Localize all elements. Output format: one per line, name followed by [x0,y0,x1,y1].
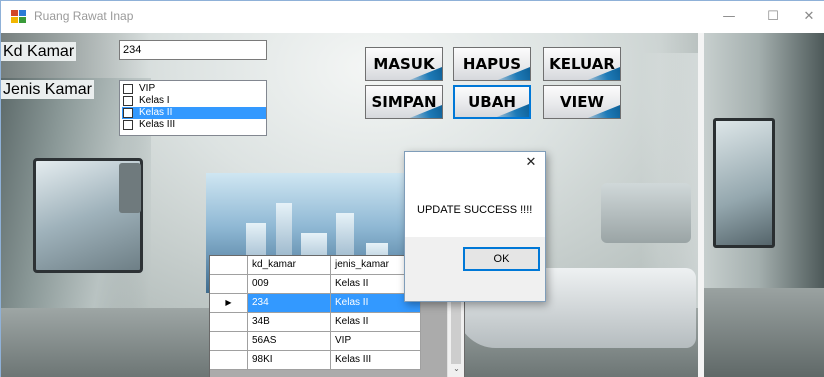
background-floor-right [704,288,824,377]
row-header[interactable] [210,313,248,332]
checklist-item-label: Kelas I [139,95,170,106]
title-bar[interactable]: Ruang Rawat Inap — ☐ ✕ [1,1,824,33]
keluar-button[interactable]: KELUAR [543,47,621,81]
table-row[interactable]: 98KI Kelas III [210,351,421,370]
masuk-button-label: MASUK [373,55,435,73]
app-window: Ruang Rawat Inap — ☐ ✕ Kd Kamar Jenis Ka… [0,0,824,377]
cell-jenis-kamar[interactable]: Kelas III [331,351,421,370]
cell-kd-kamar[interactable]: 009 [248,275,331,294]
checkbox[interactable] [123,96,133,106]
cell-jenis-kamar[interactable]: Kelas II [331,313,421,332]
simpan-button[interactable]: SIMPAN [365,85,443,119]
ubah-button[interactable]: UBAH [453,85,531,119]
checkbox[interactable] [123,120,133,130]
jenis-kamar-checklist[interactable]: VIP Kelas I Kelas II Kelas III [119,80,267,136]
form-client-area: Kd Kamar Jenis Kamar VIP Kelas I Kelas I… [1,33,824,377]
kd-kamar-input[interactable] [119,40,267,60]
window-title: Ruang Rawat Inap [34,9,134,23]
view-button-label: VIEW [560,93,604,111]
checklist-item-kelas-i[interactable]: Kelas I [122,95,266,107]
close-icon[interactable]: ✕ [523,154,539,172]
background-pad [119,163,141,213]
maximize-icon[interactable]: ☐ [757,1,789,33]
masuk-button[interactable]: MASUK [365,47,443,81]
current-row-arrow-icon[interactable]: ▶ [210,294,248,313]
ubah-button-label: UBAH [468,93,516,111]
row-header[interactable] [210,332,248,351]
checklist-item-kelas-ii[interactable]: Kelas II [122,107,266,119]
table-row[interactable]: 56AS VIP [210,332,421,351]
message-box: ✕ UPDATE SUCCESS !!!! OK [404,151,546,302]
cell-kd-kamar[interactable]: 34B [248,313,331,332]
scroll-down-arrow-icon[interactable]: ⌄ [448,362,464,376]
table-row[interactable]: 34B Kelas II [210,313,421,332]
ok-button[interactable]: OK [463,247,540,271]
checkbox[interactable] [123,108,133,118]
app-icon [11,10,27,24]
cell-jenis-kamar[interactable]: VIP [331,332,421,351]
view-button[interactable]: VIEW [543,85,621,119]
simpan-button-label: SIMPAN [371,93,437,111]
grid-header-row: kd_kamar jenis_kamar [210,256,421,275]
cell-kd-kamar[interactable]: 56AS [248,332,331,351]
checklist-item-label: Kelas II [139,107,173,118]
cell-kd-kamar[interactable]: 234 [248,294,331,313]
kd-kamar-label: Kd Kamar [1,42,77,61]
hapus-button[interactable]: HAPUS [453,47,531,81]
close-icon[interactable]: ✕ [793,1,824,33]
row-header[interactable] [210,351,248,370]
table-row-selected[interactable]: ▶ 234 Kelas II [210,294,421,313]
grid-corner-cell[interactable] [210,256,248,275]
column-header-kd-kamar[interactable]: kd_kamar [248,256,331,275]
checklist-item-label: VIP [139,83,156,94]
checklist-item-label: Kelas III [139,119,176,130]
background-monitor-right [713,118,775,248]
table-row[interactable]: 009 Kelas II [210,275,421,294]
checklist-item-kelas-iii[interactable]: Kelas III [122,119,266,131]
cell-kd-kamar[interactable]: 98KI [248,351,331,370]
keluar-button-label: KELUAR [549,55,615,73]
message-text: UPDATE SUCCESS !!!! [417,204,533,216]
hapus-button-label: HAPUS [462,55,522,73]
minimize-icon[interactable]: — [713,1,745,33]
background-panel [601,183,691,243]
checklist-item-vip[interactable]: VIP [122,83,266,95]
checkbox[interactable] [123,84,133,94]
row-header[interactable] [210,275,248,294]
jenis-kamar-label: Jenis Kamar [1,80,94,99]
